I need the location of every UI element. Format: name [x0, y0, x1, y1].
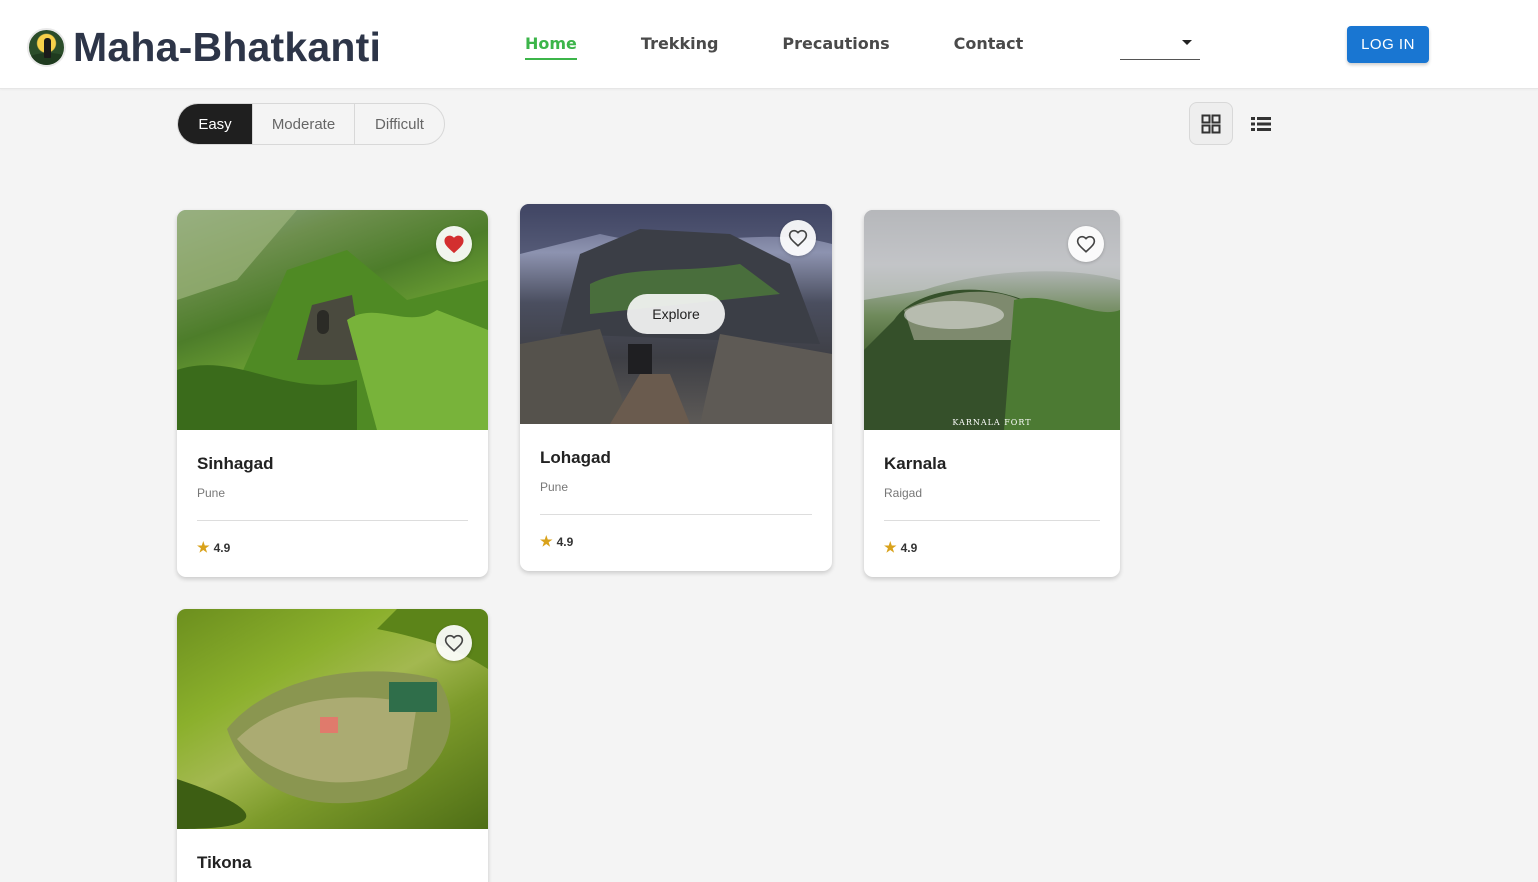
brand-title: Maha-Bhatkanti — [73, 24, 382, 70]
trek-name: Karnala — [884, 454, 947, 473]
rating-value: 4.9 — [556, 534, 574, 549]
chevron-down-icon — [1182, 40, 1192, 45]
trek-name: Sinhagad — [197, 454, 274, 473]
trek-card[interactable]: Explore Lohagad Pune ★ 4.9 — [520, 204, 832, 571]
trek-name: Tikona — [197, 853, 252, 872]
header: Maha-Bhatkanti Home Trekking Precautions… — [0, 0, 1538, 89]
divider — [540, 514, 812, 515]
nav-precautions[interactable]: Precautions — [782, 34, 889, 60]
nav-home[interactable]: Home — [525, 34, 577, 60]
trek-location: Pune — [540, 480, 569, 494]
rating-value: 4.9 — [900, 540, 918, 555]
star-icon: ★ — [197, 539, 210, 555]
explore-button[interactable]: Explore — [627, 294, 725, 334]
trek-rating: ★ 4.9 — [884, 539, 1100, 556]
star-icon: ★ — [884, 539, 897, 555]
grid-view-button[interactable] — [1189, 102, 1233, 145]
trek-name: Lohagad — [540, 448, 611, 467]
trek-location: Raigad — [884, 486, 923, 500]
login-button[interactable]: LOG IN — [1347, 26, 1429, 63]
difficulty-filter: Easy Moderate Difficult — [177, 103, 445, 145]
image-caption: KARNALA FORT — [952, 418, 1031, 427]
favorite-button[interactable] — [1068, 226, 1104, 262]
favorite-button[interactable] — [780, 220, 816, 256]
trek-image — [177, 609, 488, 829]
list-view-icon — [1251, 116, 1271, 131]
trek-card[interactable]: Sinhagad Pune ★ 4.9 — [177, 210, 488, 577]
divider — [884, 520, 1100, 521]
main-nav: Home Trekking Precautions Contact — [525, 34, 1087, 60]
language-select[interactable] — [1120, 33, 1200, 60]
trek-image — [177, 210, 488, 430]
list-view-button[interactable] — [1241, 102, 1281, 145]
nav-contact[interactable]: Contact — [954, 34, 1024, 60]
trek-card[interactable]: KARNALA FORT Karnala Raigad ★ 4.9 — [864, 210, 1120, 577]
logo[interactable]: Maha-Bhatkanti — [27, 24, 381, 71]
trek-image: Explore — [520, 204, 832, 424]
grid-view-icon — [1201, 114, 1221, 133]
filter-difficult[interactable]: Difficult — [355, 104, 444, 144]
heart-outline-icon — [1076, 235, 1096, 253]
trek-rating: ★ 4.9 — [197, 539, 468, 556]
trek-rating: ★ 4.9 — [540, 533, 812, 550]
filter-moderate[interactable]: Moderate — [253, 104, 355, 144]
divider — [197, 520, 468, 521]
logo-icon — [27, 28, 66, 67]
filter-easy[interactable]: Easy — [178, 104, 253, 144]
trek-location: Pune — [197, 486, 226, 500]
heart-outline-icon — [788, 229, 808, 247]
trek-image: KARNALA FORT — [864, 210, 1120, 430]
favorite-button[interactable] — [436, 226, 472, 262]
rating-value: 4.9 — [213, 540, 231, 555]
star-icon: ★ — [540, 533, 553, 549]
heart-filled-icon — [444, 235, 464, 254]
trek-card[interactable]: Tikona — [177, 609, 488, 882]
heart-outline-icon — [444, 634, 464, 652]
favorite-button[interactable] — [436, 625, 472, 661]
nav-trekking[interactable]: Trekking — [641, 34, 719, 60]
